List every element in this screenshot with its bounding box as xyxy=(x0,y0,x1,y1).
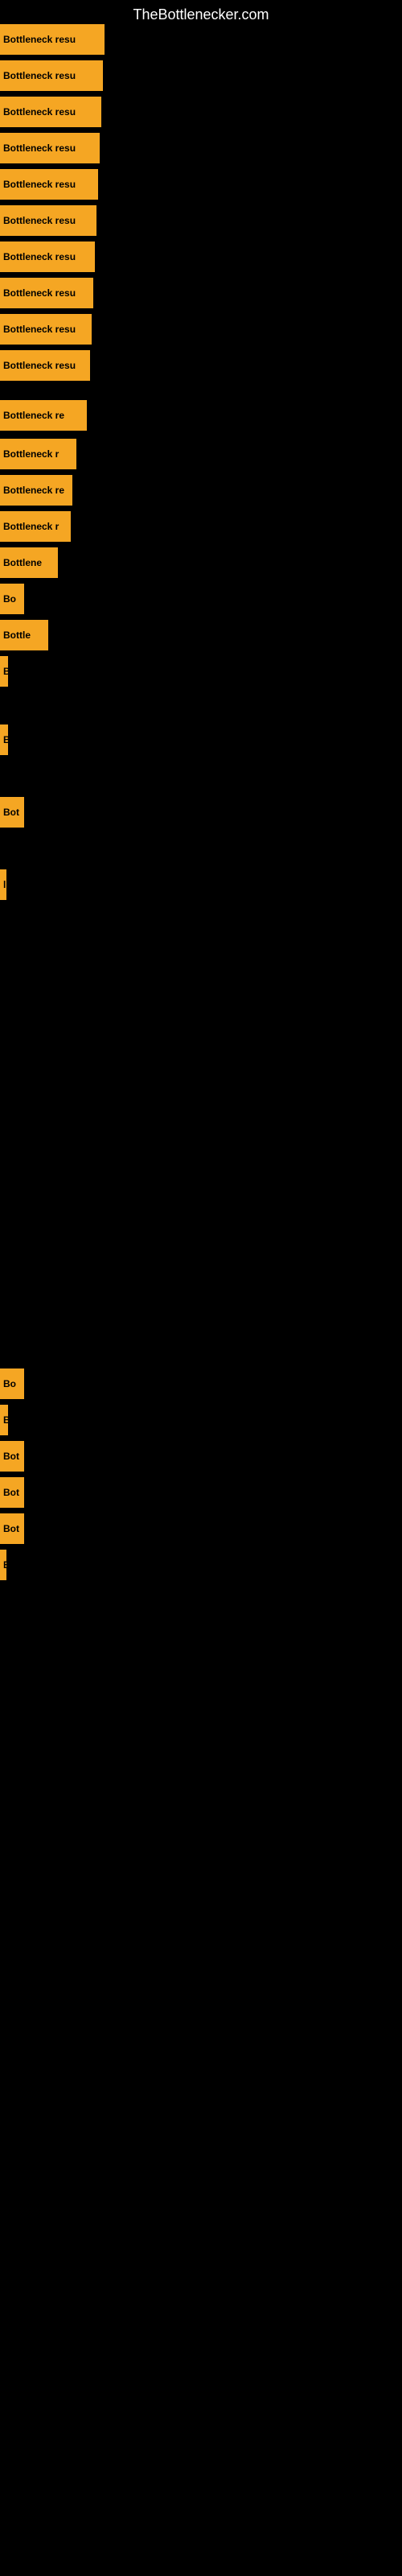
bottleneck-label: Bottleneck resu xyxy=(3,251,76,262)
bottleneck-bar: l xyxy=(0,869,6,900)
bottleneck-bar: Bottleneck resu xyxy=(0,169,98,200)
bottleneck-bar: Bottleneck resu xyxy=(0,97,101,127)
bottleneck-bar: Bo xyxy=(0,1368,24,1399)
bottleneck-bar: Bot xyxy=(0,1441,24,1472)
bottleneck-bar: B xyxy=(0,1550,6,1580)
bottleneck-bar: Bottleneck r xyxy=(0,511,71,542)
bottleneck-label: Bottleneck resu xyxy=(3,324,76,335)
bottleneck-bar: Bottleneck resu xyxy=(0,350,90,381)
bottleneck-bar: B xyxy=(0,656,8,687)
bottleneck-bar: Bot xyxy=(0,1513,24,1544)
bottleneck-bar: Bot xyxy=(0,1477,24,1508)
bottleneck-bar: Bo xyxy=(0,584,24,614)
bottleneck-bar: Bottleneck resu xyxy=(0,60,103,91)
bottleneck-label: Bottleneck resu xyxy=(3,34,76,45)
bottleneck-label: Bottlene xyxy=(3,557,42,568)
bottleneck-bar: Bottleneck resu xyxy=(0,205,96,236)
bottleneck-label: Bo xyxy=(3,1378,16,1389)
bottleneck-label: Bottleneck r xyxy=(3,448,59,460)
bottleneck-bar: Bottleneck resu xyxy=(0,314,92,345)
bottleneck-label: B xyxy=(3,666,8,677)
bottleneck-label: Bottleneck re xyxy=(3,485,64,496)
bottleneck-label: l xyxy=(3,879,6,890)
bottleneck-bar: Bottleneck re xyxy=(0,475,72,506)
bottleneck-bar: Bottle xyxy=(0,620,48,650)
bottleneck-label: Bot xyxy=(3,1523,19,1534)
bottleneck-label: Bottleneck resu xyxy=(3,106,76,118)
bottleneck-bar: B xyxy=(0,1405,8,1435)
bottleneck-bar: Bottleneck resu xyxy=(0,242,95,272)
bottleneck-bar: Bottleneck resu xyxy=(0,24,105,55)
bottleneck-label: Bottleneck resu xyxy=(3,70,76,81)
bottleneck-label: Bottleneck resu xyxy=(3,179,76,190)
bottleneck-bar: B xyxy=(0,724,8,755)
bottleneck-bar: Bottlene xyxy=(0,547,58,578)
bottleneck-label: Bottle xyxy=(3,630,31,641)
bottleneck-label: Bot xyxy=(3,807,19,818)
bottleneck-label: Bottleneck re xyxy=(3,410,64,421)
bottleneck-label: Bottleneck resu xyxy=(3,215,76,226)
bottleneck-label: Bottleneck r xyxy=(3,521,59,532)
bottleneck-label: Bottleneck resu xyxy=(3,360,76,371)
bottleneck-label: B xyxy=(3,1414,8,1426)
bottleneck-label: Bottleneck resu xyxy=(3,142,76,154)
bottleneck-bar: Bot xyxy=(0,797,24,828)
bottleneck-label: Bot xyxy=(3,1451,19,1462)
bottleneck-bar: Bottleneck resu xyxy=(0,278,93,308)
bottleneck-label: Bo xyxy=(3,593,16,605)
bottleneck-bar: Bottleneck r xyxy=(0,439,76,469)
bottleneck-label: Bottleneck resu xyxy=(3,287,76,299)
bottleneck-bar: Bottleneck re xyxy=(0,400,87,431)
bottleneck-bar: Bottleneck resu xyxy=(0,133,100,163)
bottleneck-label: B xyxy=(3,1559,6,1571)
bottleneck-label: B xyxy=(3,734,8,745)
bottleneck-label: Bot xyxy=(3,1487,19,1498)
